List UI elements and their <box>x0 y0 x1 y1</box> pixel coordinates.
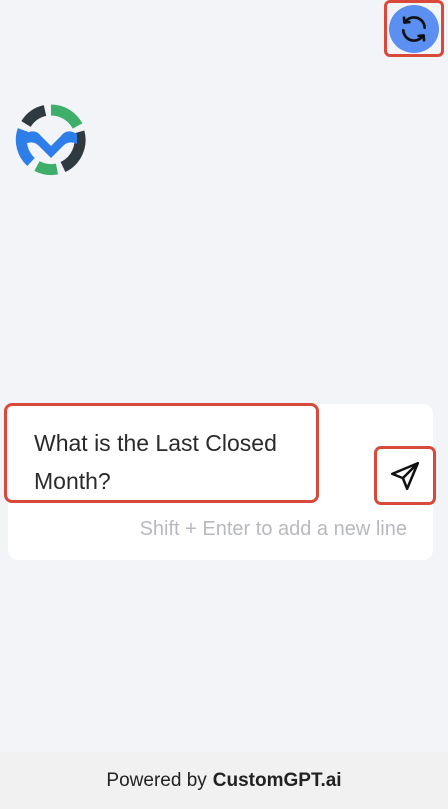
refresh-button-highlight <box>384 0 444 57</box>
input-hint: Shift + Enter to add a new line <box>139 518 407 540</box>
powered-by-text: Powered by <box>106 769 207 791</box>
brand-link[interactable]: CustomGPT.ai <box>213 770 342 792</box>
send-icon <box>390 461 420 490</box>
footer: Powered by CustomGPT.ai <box>0 752 448 809</box>
send-button[interactable] <box>374 446 436 505</box>
customgpt-logo <box>15 104 86 176</box>
refresh-button[interactable] <box>389 4 439 53</box>
refresh-icon <box>402 15 426 42</box>
message-input[interactable]: What is the Last Closed Month? <box>4 403 319 503</box>
